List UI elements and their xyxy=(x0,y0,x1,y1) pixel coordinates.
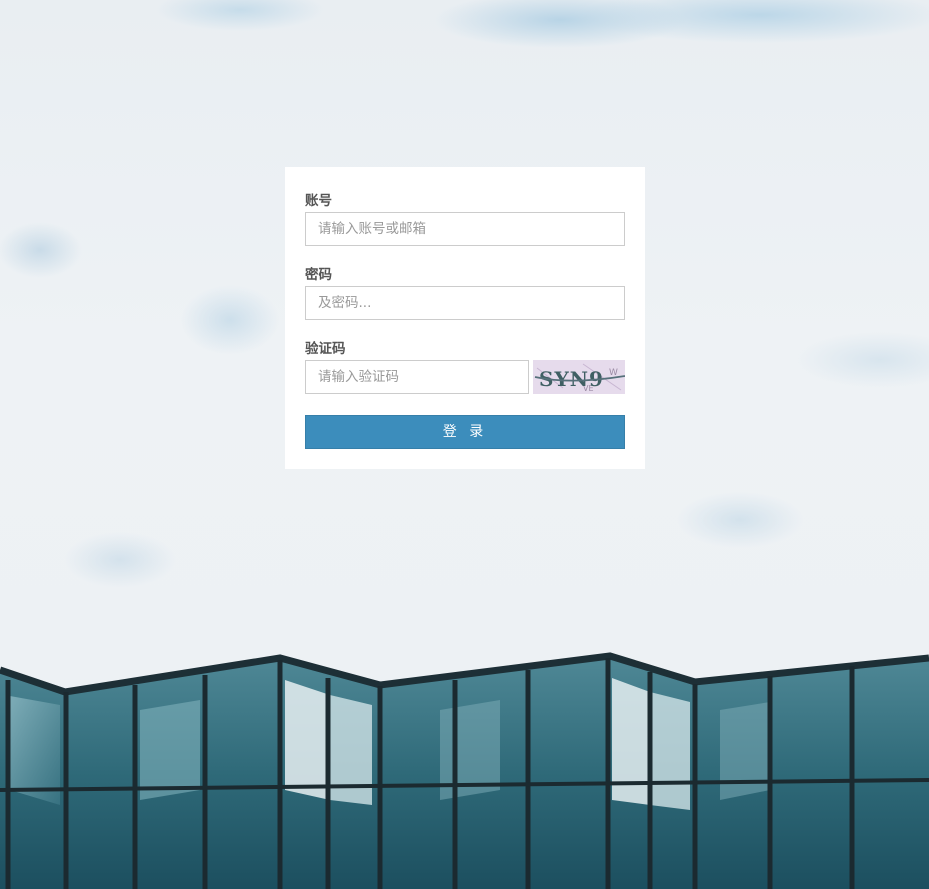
captcha-label: 验证码 xyxy=(305,341,346,357)
password-input[interactable] xyxy=(305,286,625,320)
password-label: 密码 xyxy=(305,267,332,283)
account-label: 账号 xyxy=(305,193,332,209)
account-input[interactable] xyxy=(305,212,625,246)
captcha-input[interactable] xyxy=(305,360,529,394)
captcha-image[interactable]: W VE SYN9 xyxy=(533,360,625,394)
login-card: 账号 密码 验证码 W VE SYN9 登 录 xyxy=(285,167,645,469)
background-building xyxy=(0,652,929,889)
login-button[interactable]: 登 录 xyxy=(305,415,625,449)
